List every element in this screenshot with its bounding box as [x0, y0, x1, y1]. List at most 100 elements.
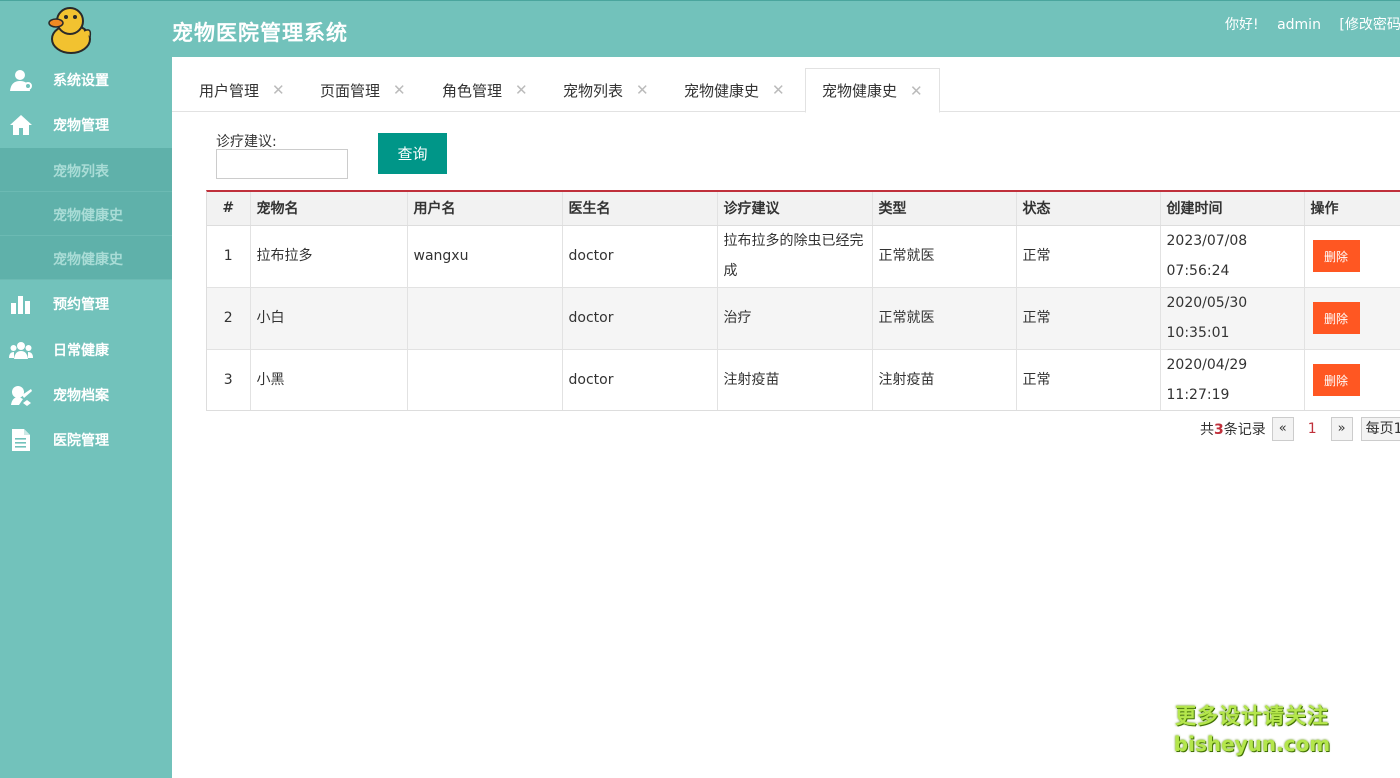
- sidebar-subitem-pet-health-history-2[interactable]: 宠物健康史: [0, 236, 172, 280]
- column-header: 状态: [1016, 192, 1161, 226]
- column-header: 创建时间: [1160, 192, 1305, 226]
- top-header: 宠物医院管理系统 你好! admin [修改密码: [0, 0, 1400, 57]
- created-time-cell: 2020/05/30 10:35:01: [1160, 287, 1305, 350]
- close-icon[interactable]: ✕: [272, 81, 285, 99]
- sidebar-item-label: 宠物管理: [53, 118, 109, 134]
- created-time-cell: 2023/07/08 07:56:24: [1160, 225, 1305, 288]
- column-header: 类型: [872, 192, 1017, 226]
- page-size-select[interactable]: 每页1: [1360, 417, 1400, 441]
- sidebar: 系统设置 宠物管理 宠物列表 宠物健康史 宠物健康史 预约管理 日常健康 宠物档…: [0, 57, 172, 778]
- sidebar-item-label: 医院管理: [53, 433, 109, 449]
- query-button[interactable]: 查询: [378, 133, 447, 174]
- tab-label: 宠物健康史: [684, 81, 760, 100]
- sidebar-item-system-settings[interactable]: 系统设置: [0, 59, 172, 101]
- app-title: 宠物医院管理系统: [172, 21, 348, 45]
- tab-label: 页面管理: [320, 81, 381, 100]
- table-row: 1 拉布拉多 wangxu doctor 拉布拉多的除虫已经完成 正常就医 正常…: [207, 225, 1400, 288]
- pet-name-cell: 小白: [250, 287, 408, 350]
- home-icon: [10, 115, 32, 135]
- tab-user-management[interactable]: 用户管理 ✕: [199, 68, 285, 112]
- tab-pet-health-history[interactable]: 宠物健康史 ✕: [684, 68, 785, 112]
- pet-name-cell: 小黑: [250, 349, 408, 410]
- tab-label: 用户管理: [199, 81, 260, 100]
- table-row: 3 小黑 doctor 注射疫苗 注射疫苗 正常 2020/04/29 11:2…: [207, 349, 1400, 410]
- doctor-name-cell: doctor: [562, 225, 718, 288]
- status-cell: 正常: [1016, 349, 1161, 410]
- close-icon[interactable]: ✕: [910, 82, 923, 100]
- greeting-text: 你好!: [1225, 17, 1259, 33]
- prev-page-button[interactable]: «: [1271, 417, 1294, 441]
- change-password-link[interactable]: [修改密码: [1339, 17, 1400, 33]
- column-header: 用户名: [407, 192, 563, 226]
- tab-page-management[interactable]: 页面管理 ✕: [320, 68, 406, 112]
- user-gear-icon: [10, 70, 32, 91]
- doctor-name-cell: doctor: [562, 349, 718, 410]
- advice-cell: 拉布拉多的除虫已经完成: [717, 225, 873, 288]
- bar-chart-icon: [11, 296, 30, 314]
- tab-label: 角色管理: [442, 81, 503, 100]
- status-cell: 正常: [1016, 225, 1161, 288]
- tab-label: 宠物健康史: [822, 82, 898, 100]
- sidebar-item-label: 日常健康: [53, 343, 109, 359]
- sidebar-item-pet-archive[interactable]: 宠物档案: [0, 374, 172, 416]
- status-cell: 正常: [1016, 287, 1161, 350]
- sidebar-item-pet-management[interactable]: 宠物管理: [0, 104, 172, 146]
- table-header-row: # 宠物名 用户名 医生名 诊疗建议 类型 状态 创建时间 操作: [207, 192, 1400, 226]
- column-header: 医生名: [562, 192, 718, 226]
- sidebar-item-label: 系统设置: [53, 73, 109, 89]
- advice-cell: 治疗: [717, 287, 873, 350]
- advice-cell: 注射疫苗: [717, 349, 873, 410]
- column-header: 诊疗建议: [717, 192, 873, 226]
- sidebar-item-label: 预约管理: [53, 297, 109, 313]
- advice-filter-input[interactable]: [216, 149, 348, 179]
- column-header: #: [207, 192, 251, 226]
- action-cell: 删除: [1304, 287, 1400, 350]
- watermark-line-2: bisheyun.com: [1173, 732, 1331, 756]
- health-history-table: # 宠物名 用户名 医生名 诊疗建议 类型 状态 创建时间 操作 1 拉布拉多 …: [206, 190, 1400, 411]
- type-cell: 正常就医: [872, 225, 1017, 288]
- user-area: 你好! admin [修改密码: [1225, 14, 1400, 34]
- row-number: 1: [207, 225, 251, 288]
- watermark-line-1: 更多设计请关注: [1175, 704, 1329, 728]
- user-name-cell: wangxu: [407, 225, 563, 288]
- action-cell: 删除: [1304, 349, 1400, 410]
- tab-pet-health-history-active[interactable]: 宠物健康史 ✕: [805, 68, 940, 113]
- sidebar-item-hospital-management[interactable]: 医院管理: [0, 419, 172, 461]
- row-number: 3: [207, 349, 251, 410]
- advice-filter-label: 诊疗建议:: [216, 134, 277, 150]
- column-header: 操作: [1304, 192, 1400, 226]
- close-icon[interactable]: ✕: [636, 81, 649, 99]
- user-name-cell: [407, 349, 563, 410]
- current-page[interactable]: 1: [1308, 421, 1317, 437]
- created-time-cell: 2020/04/29 11:27:19: [1160, 349, 1305, 410]
- action-cell: 删除: [1304, 225, 1400, 288]
- watermark: 更多设计请关注 bisheyun.com: [1172, 700, 1332, 756]
- row-number: 2: [207, 287, 251, 350]
- pet-name-cell: 拉布拉多: [250, 225, 408, 288]
- delete-button[interactable]: 删除: [1312, 302, 1360, 334]
- delete-button[interactable]: 删除: [1312, 364, 1360, 396]
- tab-label: 宠物列表: [563, 81, 624, 100]
- close-icon[interactable]: ✕: [393, 81, 406, 99]
- delete-button[interactable]: 删除: [1312, 240, 1360, 272]
- sidebar-item-label: 宠物档案: [53, 388, 109, 404]
- sidebar-item-daily-health[interactable]: 日常健康: [0, 329, 172, 371]
- close-icon[interactable]: ✕: [515, 81, 528, 99]
- record-count: 3: [1214, 422, 1224, 438]
- sidebar-subitem-pet-health-history[interactable]: 宠物健康史: [0, 192, 172, 236]
- column-header: 宠物名: [250, 192, 408, 226]
- user-name-cell: [407, 287, 563, 350]
- sidebar-item-appointment-management[interactable]: 预约管理: [0, 283, 172, 325]
- sidebar-subitem-pet-list[interactable]: 宠物列表: [0, 148, 172, 192]
- group-icon: [9, 342, 33, 359]
- sidebar-subitem-label: 宠物健康史: [53, 208, 123, 224]
- tab-pet-list[interactable]: 宠物列表 ✕: [563, 68, 649, 112]
- tab-role-management[interactable]: 角色管理 ✕: [442, 68, 528, 112]
- type-cell: 正常就医: [872, 287, 1017, 350]
- close-icon[interactable]: ✕: [772, 81, 785, 99]
- next-page-button[interactable]: »: [1330, 417, 1353, 441]
- table-row: 2 小白 doctor 治疗 正常就医 正常 2020/05/30 10:35:…: [207, 287, 1400, 350]
- total-records: 共3条记录: [1200, 422, 1266, 438]
- tab-bar: 用户管理 ✕ 页面管理 ✕ 角色管理 ✕ 宠物列表 ✕ 宠物健康史 ✕ 宠物健康史 ✕: [172, 57, 1400, 113]
- type-cell: 注射疫苗: [872, 349, 1017, 410]
